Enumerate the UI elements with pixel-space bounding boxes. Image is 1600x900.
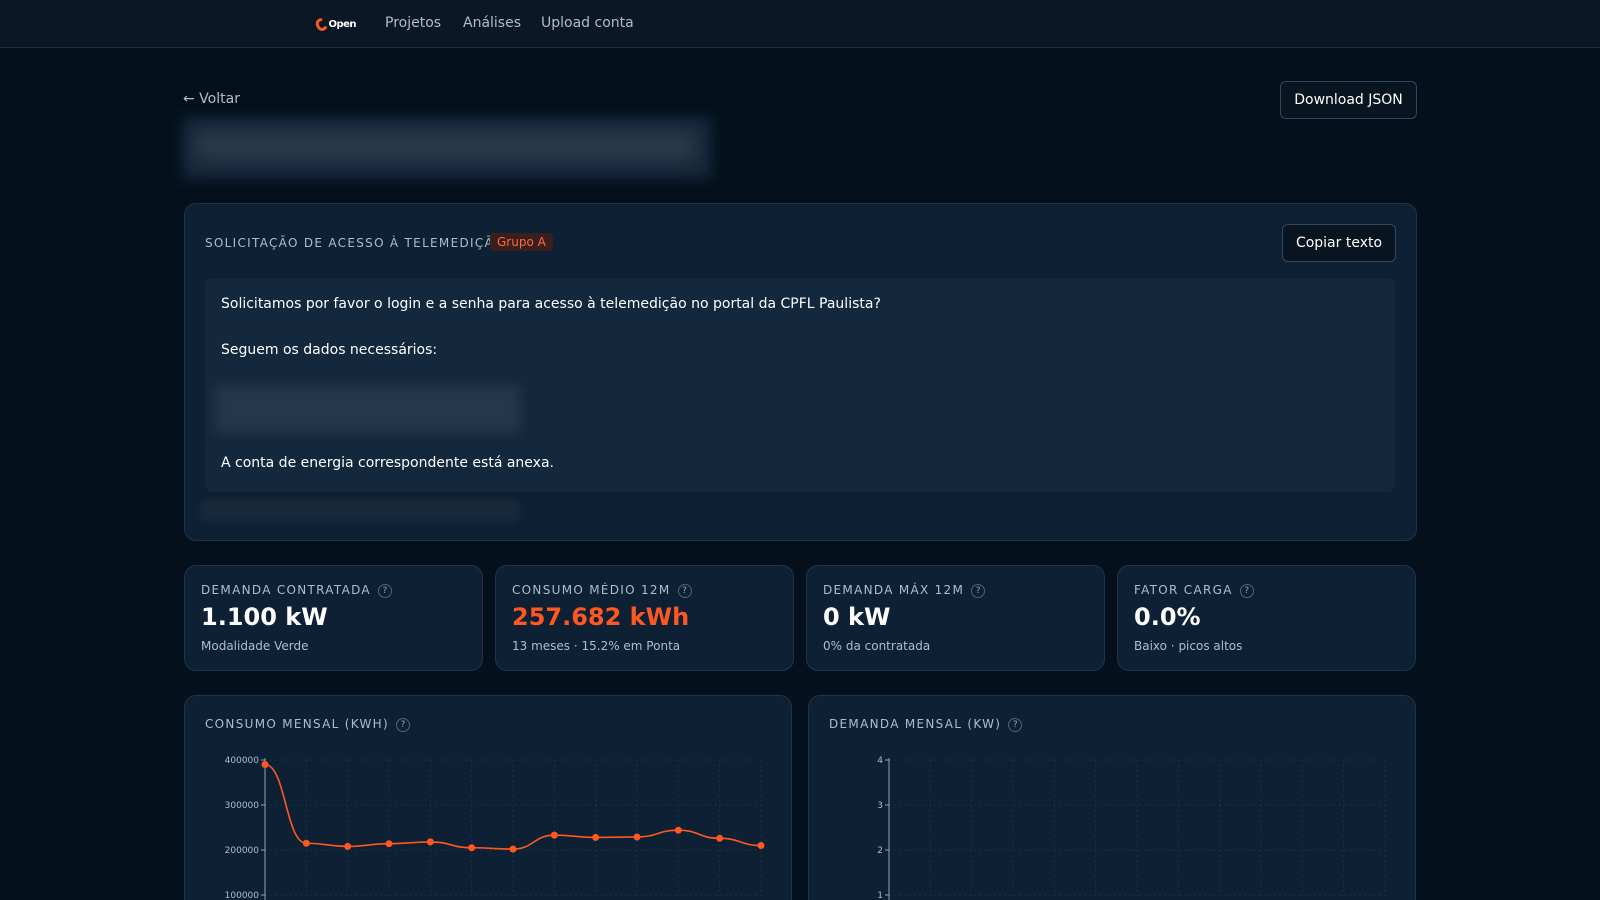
nav-link-projetos[interactable]: Projetos — [385, 15, 441, 31]
kpi-sub-demanda-max: 0% da contratada — [823, 639, 931, 653]
y-tick-label: 2 — [877, 846, 883, 856]
help-icon[interactable]: ? — [677, 583, 692, 598]
data-point — [302, 839, 310, 847]
download-json-button[interactable]: Download JSON — [1280, 81, 1417, 119]
message-line-3: A conta de energia correspondente está a… — [221, 455, 554, 471]
message-line-1: Solicitamos por favor o login e a senha … — [221, 296, 881, 312]
demanda-line-chart: 4 3 2 1 — [877, 756, 1386, 900]
logo-text: Open — [328, 18, 356, 30]
kpi-label-demanda-max: DEMANDA MÁX 12M? — [823, 583, 986, 598]
chart-title-demanda: DEMANDA MENSAL (KW)? — [829, 717, 1023, 732]
y-tick-label: 4 — [877, 756, 883, 766]
kpi-label-consumo-medio: CONSUMO MÉDIO 12M? — [512, 583, 692, 598]
kpi-sub-fator-carga: Baixo · picos altos — [1134, 639, 1243, 653]
top-nav-bar: Open Projetos Análises Upload conta — [0, 0, 1600, 48]
data-point — [468, 844, 476, 852]
kpi-value-demanda-max: 0 kW — [823, 603, 891, 631]
nav-link-upload-conta[interactable]: Upload conta — [541, 15, 634, 31]
data-point — [261, 761, 269, 768]
help-icon[interactable]: ? — [1239, 583, 1254, 598]
help-icon[interactable]: ? — [1008, 717, 1023, 732]
y-tick-label: 400000 — [225, 756, 260, 766]
help-icon[interactable]: ? — [395, 717, 410, 732]
brand-logo[interactable]: Open — [313, 15, 356, 33]
redacted-title-text — [195, 132, 695, 160]
data-point — [716, 834, 724, 842]
kpi-value-fator-carga: 0.0% — [1134, 603, 1201, 631]
request-title: SOLICITAÇÃO DE ACESSO À TELEMEDIÇÃO — [205, 236, 505, 250]
data-point — [757, 842, 765, 849]
y-tick-label: 100000 — [225, 891, 260, 900]
redacted-footer — [200, 500, 520, 522]
y-tick-label: 3 — [877, 801, 883, 811]
data-point — [426, 838, 434, 846]
help-icon[interactable]: ? — [971, 583, 986, 598]
help-icon[interactable]: ? — [377, 583, 392, 598]
data-point — [385, 840, 393, 848]
kpi-value-demanda-contratada: 1.100 kW — [201, 603, 328, 631]
data-point — [674, 826, 682, 834]
y-tick-label: 1 — [877, 891, 883, 900]
kpi-sub-consumo-medio: 13 meses · 15.2% em Ponta — [512, 639, 681, 653]
kpi-sub-demanda-contratada: Modalidade Verde — [201, 639, 309, 653]
y-tick-label: 200000 — [225, 846, 260, 856]
data-point — [550, 831, 558, 839]
message-line-2: Seguem os dados necessários: — [221, 342, 438, 358]
data-point — [592, 833, 600, 841]
group-badge: Grupo A — [490, 233, 553, 251]
back-link[interactable]: ← Voltar — [183, 91, 240, 107]
kpi-label-fator-carga: FATOR CARGA? — [1134, 583, 1254, 598]
data-point — [509, 845, 517, 853]
redacted-details — [215, 385, 520, 433]
data-point — [344, 842, 352, 850]
copy-text-button[interactable]: Copiar texto — [1282, 224, 1396, 262]
kpi-value-consumo-medio: 257.682 kWh — [512, 603, 690, 631]
chart-title-consumo: CONSUMO MENSAL (KWH)? — [205, 717, 410, 732]
y-tick-label: 300000 — [225, 801, 260, 811]
nav-link-analises[interactable]: Análises — [463, 15, 521, 31]
data-point — [633, 833, 641, 841]
consumo-line-chart: 400000 300000 200000 100000 — [225, 756, 765, 900]
kpi-label-demanda-contratada: DEMANDA CONTRATADA? — [201, 583, 392, 598]
